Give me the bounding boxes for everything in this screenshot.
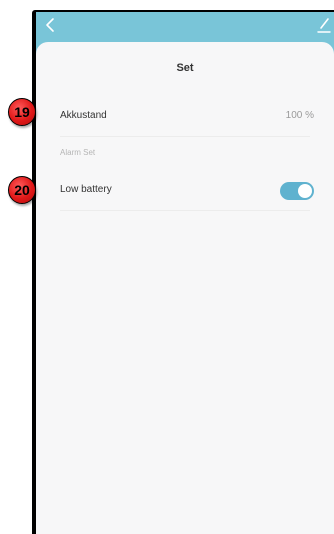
divider [60,136,310,137]
battery-level-label: Akkustand [60,110,107,121]
alarm-section-header: Alarm Set [60,148,96,157]
low-battery-label: Low battery [60,184,112,195]
toggle-knob [298,184,312,198]
app-screen: Set Akkustand 100 % Alarm Set Low batter… [36,12,334,534]
annotation-badge-20: 20 [8,176,36,204]
page-title: Set [176,62,194,74]
top-bar [36,12,334,42]
edit-pencil-icon[interactable] [316,16,332,34]
chevron-left-icon[interactable] [42,16,60,34]
battery-level-row: Akkustand 100 % [60,98,314,134]
annotation-badge-19: 19 [8,98,36,126]
low-battery-row: Low battery [60,172,314,208]
battery-level-value: 100 % [285,110,314,121]
settings-card: Set Akkustand 100 % Alarm Set Low batter… [36,42,334,534]
divider [60,210,310,211]
low-battery-toggle[interactable] [280,182,314,200]
